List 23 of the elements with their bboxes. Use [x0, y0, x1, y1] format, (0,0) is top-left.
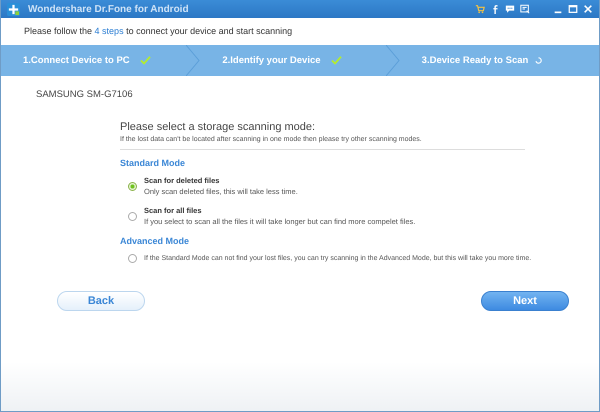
step-label: 2.Identify your Device	[222, 55, 321, 66]
next-button[interactable]: Next	[481, 291, 569, 311]
radio-button[interactable]	[128, 182, 137, 190]
window-title: Wondershare Dr.Fone for Android	[28, 4, 189, 14]
step-separator-icon	[386, 45, 400, 76]
close-icon[interactable]	[583, 4, 593, 14]
cart-icon[interactable]	[475, 4, 485, 14]
section-heading: Standard Mode	[120, 158, 186, 168]
instruction-text: Please follow the 4 steps to connect your device and start scanning	[23, 25, 294, 38]
back-button[interactable]: Back	[57, 291, 145, 311]
radio-button[interactable]	[128, 212, 137, 220]
device-name: SAMSUNG SM-G7106	[35, 88, 134, 102]
chat-icon[interactable]	[505, 4, 515, 14]
maximize-icon[interactable]	[568, 4, 578, 14]
step-separator-icon	[186, 45, 200, 76]
plus-logo-icon	[7, 2, 20, 16]
radio-button[interactable]	[128, 254, 137, 263]
feedback-icon[interactable]	[520, 4, 530, 14]
step-label: 3.Device Ready to Scan	[422, 55, 528, 66]
prompt-title: Please select a storage scanning mode:	[120, 121, 316, 133]
section-heading: Advanced Mode	[120, 236, 190, 246]
steps-link[interactable]: 4 steps	[94, 26, 124, 36]
step-label: 1.Connect Device to PC	[23, 55, 130, 66]
